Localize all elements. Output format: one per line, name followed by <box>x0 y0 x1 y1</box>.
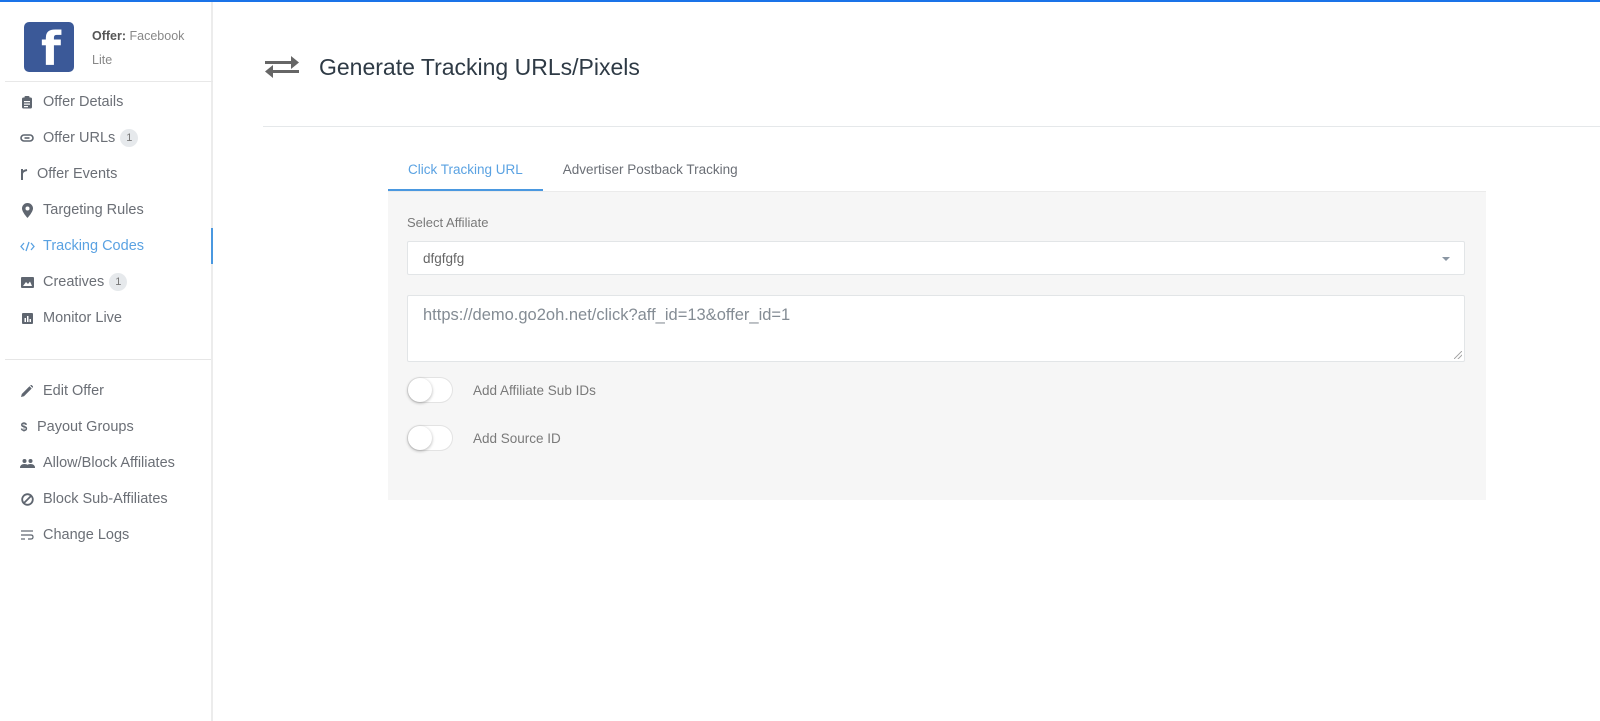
map-pin-icon <box>19 202 35 218</box>
tracking-url-textarea[interactable]: https://demo.go2oh.net/click?aff_id=13&o… <box>407 295 1465 362</box>
count-badge: 1 <box>109 273 128 291</box>
swap-arrows-icon <box>263 52 301 82</box>
toggle-row-affiliate-sub-ids: Add Affiliate Sub IDs <box>407 377 596 403</box>
sidebar-item-payout-groups[interactable]: $ Payout Groups <box>0 409 211 445</box>
pencil-icon <box>19 383 35 399</box>
sidebar-item-label: Creatives <box>43 274 105 290</box>
toggle-knob <box>408 426 432 450</box>
sidebar-item-label: Block Sub-Affiliates <box>43 491 168 507</box>
sidebar-item-offer-events[interactable]: Offer Events <box>0 156 211 192</box>
sidebar-item-label: Change Logs <box>43 527 130 543</box>
clipboard-icon <box>19 94 35 110</box>
sidebar-item-allow-block-affiliates[interactable]: Allow/Block Affiliates <box>0 445 211 481</box>
link-icon <box>19 130 35 146</box>
bar-chart-icon <box>19 310 35 326</box>
affiliate-sub-ids-toggle[interactable] <box>407 377 453 403</box>
sidebar-item-label: Offer URLs <box>43 130 116 146</box>
select-affiliate-label: Select Affiliate <box>407 215 489 230</box>
caret-down-icon <box>1442 257 1450 261</box>
sidebar-item-label: Allow/Block Affiliates <box>43 455 175 471</box>
sidebar-divider <box>5 359 211 360</box>
sidebar-item-label: Monitor Live <box>43 310 122 326</box>
sidebar-primary-nav: Offer Details Offer URLs 1 Offer Events … <box>0 84 213 336</box>
sidebar-item-label: Edit Offer <box>43 383 104 399</box>
branch-icon <box>19 166 29 182</box>
sidebar-item-label: Offer Details <box>43 94 124 110</box>
tab-advertiser-postback-tracking[interactable]: Advertiser Postback Tracking <box>543 147 758 191</box>
sidebar-item-change-logs[interactable]: Change Logs <box>0 517 211 553</box>
block-icon <box>19 491 35 507</box>
toggle-row-source-id: Add Source ID <box>407 425 561 451</box>
main-content: Generate Tracking URLs/Pixels Click Trac… <box>213 2 1600 721</box>
sidebar-secondary-nav: Edit Offer $ Payout Groups Allow/Block A… <box>0 373 211 553</box>
offer-title: Offer: Facebook Lite <box>92 24 202 72</box>
offer-label: Offer: <box>92 29 127 43</box>
sidebar-item-label: Payout Groups <box>37 419 134 435</box>
affiliate-select-value: dfgfgfg <box>423 250 465 266</box>
sidebar-item-creatives[interactable]: Creatives 1 <box>0 264 211 300</box>
sidebar-item-label: Targeting Rules <box>43 202 144 218</box>
toggle-label: Add Affiliate Sub IDs <box>473 382 596 398</box>
toggle-label: Add Source ID <box>473 430 561 446</box>
sidebar-item-monitor-live[interactable]: Monitor Live <box>0 300 211 336</box>
header-divider <box>263 126 1600 127</box>
list-wrap-icon <box>19 527 35 543</box>
sidebar: f Offer: Facebook Lite Offer Details Off… <box>0 2 213 721</box>
count-badge: 1 <box>120 129 139 147</box>
sidebar-item-targeting-rules[interactable]: Targeting Rules <box>0 192 211 228</box>
tab-bar: Click Tracking URL Advertiser Postback T… <box>388 147 758 191</box>
affiliate-select[interactable]: dfgfgfg <box>407 241 1465 275</box>
sidebar-item-label: Offer Events <box>37 166 118 182</box>
facebook-icon: f <box>24 22 74 72</box>
tab-click-tracking-url[interactable]: Click Tracking URL <box>388 147 543 191</box>
sidebar-item-label: Tracking Codes <box>43 238 145 254</box>
page-title: Generate Tracking URLs/Pixels <box>319 53 640 80</box>
sidebar-item-tracking-codes[interactable]: Tracking Codes <box>0 228 213 264</box>
offer-header: f Offer: Facebook Lite <box>5 2 213 82</box>
sidebar-item-edit-offer[interactable]: Edit Offer <box>0 373 211 409</box>
image-icon <box>19 274 35 290</box>
toggle-knob <box>408 378 432 402</box>
dollar-icon: $ <box>20 420 28 434</box>
tracking-url-value: https://demo.go2oh.net/click?aff_id=13&o… <box>423 306 791 324</box>
resize-handle[interactable] <box>1454 351 1462 359</box>
tab-panel: Select Affiliate dfgfgfg https://demo.go… <box>388 191 1486 500</box>
code-icon <box>19 238 35 254</box>
sidebar-item-offer-urls[interactable]: Offer URLs 1 <box>0 120 211 156</box>
people-icon <box>19 455 35 471</box>
source-id-toggle[interactable] <box>407 425 453 451</box>
sidebar-item-block-sub-affiliates[interactable]: Block Sub-Affiliates <box>0 481 211 517</box>
sidebar-item-offer-details[interactable]: Offer Details <box>0 84 211 120</box>
page-header: Generate Tracking URLs/Pixels <box>263 52 640 82</box>
